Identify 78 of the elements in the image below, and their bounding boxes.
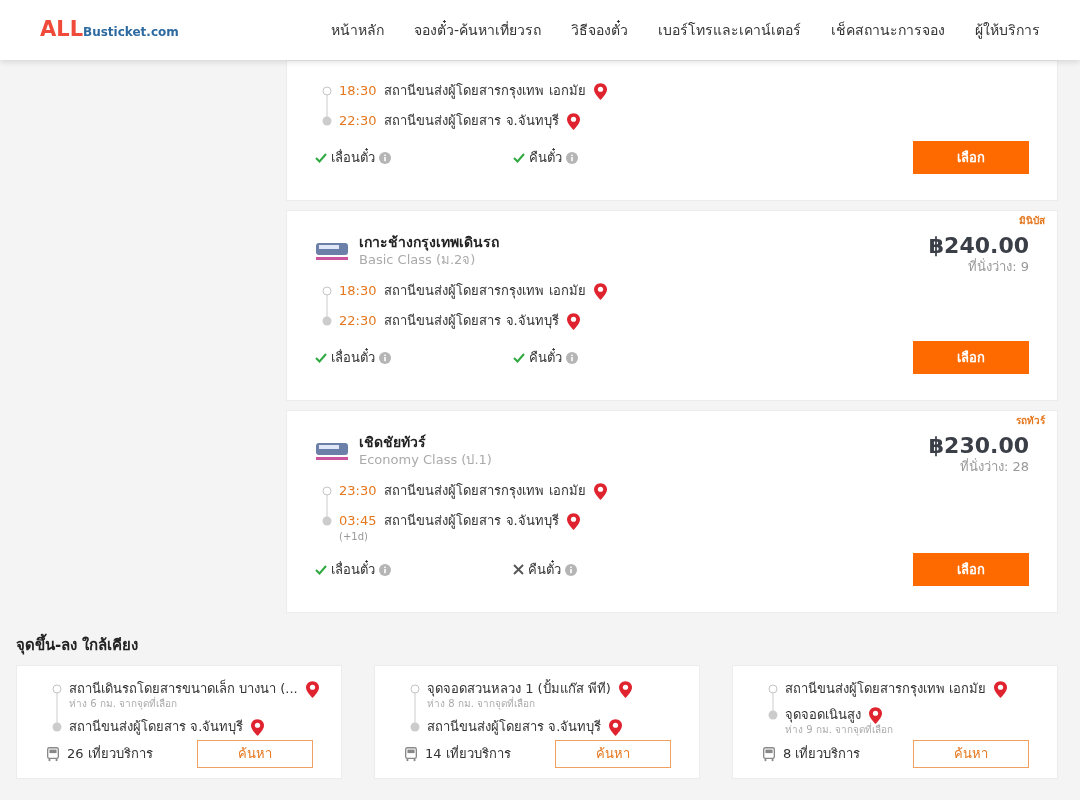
bus-icon	[45, 746, 61, 762]
nav-link[interactable]: เช็คสถานะการจอง	[831, 19, 945, 41]
bus-logo-icon	[315, 440, 349, 462]
feature-label: เลื่อนตั๋ว	[331, 148, 375, 167]
bus-type-tag: รถทัวร์	[1016, 413, 1045, 428]
map-pin-icon	[994, 680, 1008, 698]
bus-icon	[761, 746, 777, 762]
info-icon[interactable]	[379, 351, 391, 364]
distance-note: ห่าง 9 กม. จากจุดที่เลือก	[785, 724, 895, 736]
info-icon[interactable]	[379, 563, 391, 576]
map-pin-icon	[609, 718, 623, 736]
bus-icon	[403, 746, 419, 762]
map-pin-icon	[618, 680, 632, 698]
map-pin-icon	[566, 112, 580, 130]
bus-logo-icon	[315, 240, 349, 262]
map-pin-icon	[593, 82, 607, 100]
map-pin-icon	[593, 482, 607, 500]
info-icon[interactable]	[379, 151, 391, 164]
info-icon[interactable]	[566, 351, 578, 364]
distance-note: ห่าง 6 กม. จากจุดที่เลือก	[69, 698, 179, 710]
info-icon[interactable]	[565, 563, 577, 576]
departure-time: 18:30	[339, 82, 377, 100]
trip-count: 26 เที่ยวบริการ	[67, 744, 153, 764]
station-name: สถานีขนส่งผู้โดยสาร จ.จันทบุรี	[384, 112, 559, 130]
map-pin-icon	[593, 282, 607, 300]
feature-label: คืนตั๋ว	[529, 348, 562, 367]
operator-name: เกาะช้างกรุงเทพเดินรถ	[359, 233, 499, 251]
feature-label: คืนตั๋ว	[529, 148, 562, 167]
select-button[interactable]: เลือก	[913, 341, 1029, 374]
seats-available: ที่นั่งว่าง: 9	[968, 259, 1029, 275]
class-label: Economy Class (ป.1)	[359, 451, 492, 469]
feature-label: เลื่อนตั๋ว	[331, 348, 375, 367]
price: ฿230.00	[928, 433, 1029, 458]
search-button[interactable]: ค้นหา	[197, 740, 313, 768]
station-name: สถานีขนส่งผู้โดยสาร จ.จันทบุรี	[69, 718, 244, 736]
departure-time: 22:30	[339, 312, 377, 330]
map-pin-icon	[305, 680, 319, 698]
nav-link[interactable]: วิธีจองตั๋ว	[571, 19, 628, 41]
nav-link[interactable]: จองตั๋ว-ค้นหาเที่ยวรถ	[413, 19, 541, 41]
station-name: จุดจอดสวนหลวง 1 (ปั้มแก๊ส พีที)	[427, 680, 611, 697]
next-day-note: (+1d)	[339, 531, 369, 543]
station-name: สถานีเดินรถโดยสารขนาดเล็ก บางนา (...	[69, 680, 298, 696]
nav-link[interactable]: หน้าหลัก	[330, 19, 384, 41]
departure-time: 03:45	[339, 512, 377, 530]
departure-time: 22:30	[339, 112, 377, 130]
trip-count: 8 เที่ยวบริการ	[783, 744, 861, 764]
station-name: สถานีขนส่งผู้โดยสารกรุงเทพ เอกมัย	[384, 282, 586, 300]
bus-type-tag: มินิบัส	[1019, 213, 1045, 228]
site-logo[interactable]: ALLBusticket.com	[40, 14, 179, 46]
class-label: Basic Class (ม.2จ)	[359, 251, 477, 269]
map-pin-icon	[566, 312, 580, 330]
trip-count: 14 เที่ยวบริการ	[425, 744, 511, 764]
nav-link[interactable]: ผู้ให้บริการ	[975, 19, 1040, 41]
map-pin-icon	[566, 512, 580, 530]
search-button[interactable]: ค้นหา	[555, 740, 671, 768]
map-pin-icon	[869, 706, 882, 724]
station-name: สถานีขนส่งผู้โดยสารกรุงเทพ เอกมัย	[384, 82, 586, 100]
search-button[interactable]: ค้นหา	[913, 740, 1029, 768]
departure-time: 18:30	[339, 282, 377, 300]
seats-available: ที่นั่งว่าง: 28	[959, 459, 1029, 475]
station-name: สถานีขนส่งผู้โดยสาร จ.จันทบุรี	[427, 718, 602, 736]
feature-label: คืนตั๋ว	[528, 560, 561, 579]
section-title: จุดขึ้น-ลง ใกล้เคียง	[16, 635, 1064, 655]
feature-label: เลื่อนตั๋ว	[331, 560, 375, 579]
select-button[interactable]: เลือก	[913, 141, 1029, 174]
select-button[interactable]: เลือก	[913, 553, 1029, 586]
station-name: สถานีขนส่งผู้โดยสาร จ.จันทบุรี	[384, 512, 559, 530]
station-name: จุดจอดเนินสูง	[785, 706, 861, 723]
station-name: สถานีขนส่งผู้โดยสาร จ.จันทบุรี	[384, 312, 559, 330]
nav-link[interactable]: เบอร์โทรและเคาน์เตอร์	[658, 19, 801, 41]
distance-note: ห่าง 8 กม. จากจุดที่เลือก	[427, 698, 537, 710]
station-name: สถานีขนส่งผู้โดยสารกรุงเทพ เอกมัย	[785, 680, 987, 698]
info-icon[interactable]	[566, 151, 578, 164]
map-pin-icon	[251, 718, 265, 736]
price: ฿240.00	[928, 233, 1029, 258]
station-name: สถานีขนส่งผู้โดยสารกรุงเทพ เอกมัย	[384, 482, 586, 500]
operator-name: เชิดชัยทัวร์	[359, 433, 427, 451]
departure-time: 23:30	[339, 482, 377, 500]
